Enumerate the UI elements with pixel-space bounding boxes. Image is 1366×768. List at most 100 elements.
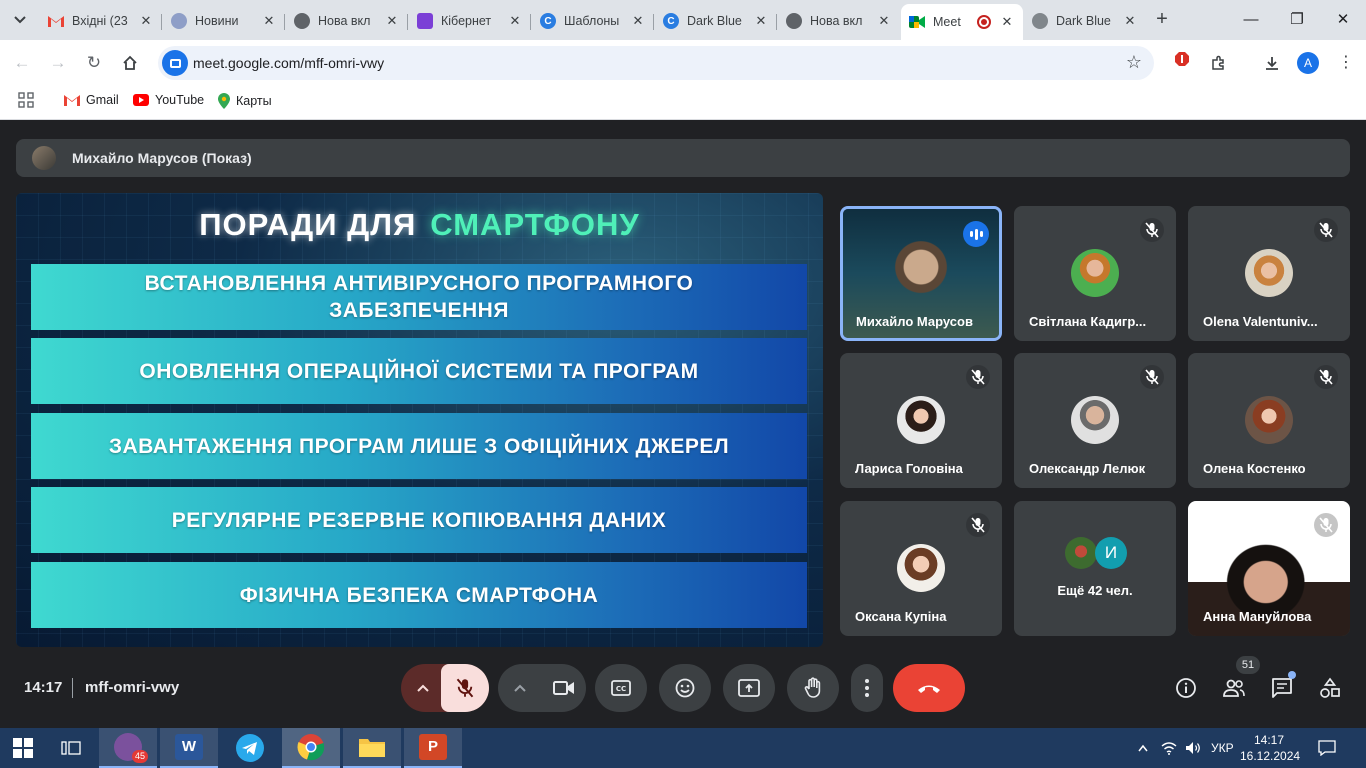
tab-course[interactable]: Кібернет ✕ bbox=[409, 6, 531, 36]
network-icon[interactable] bbox=[1161, 728, 1177, 768]
taskbar-powerpoint[interactable]: P bbox=[404, 728, 462, 768]
taskbar-viber[interactable]: 45 bbox=[99, 728, 157, 768]
speaking-indicator-icon bbox=[963, 221, 989, 247]
globe-icon bbox=[1032, 13, 1048, 29]
participant-tile-more[interactable]: И Ещё 42 чел. bbox=[1014, 501, 1176, 636]
tab-new-1[interactable]: Нова вкл ✕ bbox=[286, 6, 408, 36]
people-button[interactable] bbox=[1221, 675, 1247, 701]
chrome-icon bbox=[786, 13, 802, 29]
address-bar[interactable]: meet.google.com/mff-omri-vwy ☆ bbox=[158, 46, 1154, 80]
forward-button[interactable]: → bbox=[46, 51, 70, 75]
tab-new-2[interactable]: Нова вкл ✕ bbox=[778, 6, 900, 36]
volume-icon[interactable] bbox=[1185, 728, 1201, 768]
close-icon[interactable]: ✕ bbox=[999, 14, 1015, 30]
close-icon[interactable]: ✕ bbox=[507, 13, 523, 29]
presentation-slide[interactable]: ПОРАДИ ДЛЯ СМАРТФОНУ ВСТАНОВЛЕННЯ АНТИВІР… bbox=[16, 193, 823, 647]
participant-tile[interactable]: Оксана Купіна bbox=[840, 501, 1002, 636]
tab-dark-blue-1[interactable]: C Dark Blue ✕ bbox=[655, 6, 777, 36]
tab-dark-blue-2[interactable]: Dark Blue ✕ bbox=[1024, 6, 1146, 36]
leave-call-button[interactable] bbox=[893, 664, 965, 712]
participant-name: Світлана Кадигр... bbox=[1029, 314, 1147, 329]
activities-button[interactable] bbox=[1317, 675, 1343, 701]
menu-kebab-icon[interactable]: ⋮ bbox=[1334, 51, 1358, 75]
emoji-icon bbox=[675, 678, 695, 698]
reload-button[interactable]: ↻ bbox=[82, 51, 106, 75]
restore-button[interactable]: ❐ bbox=[1282, 8, 1312, 32]
notifications-icon[interactable] bbox=[1318, 728, 1336, 768]
participant-name: Оксана Купіна bbox=[855, 609, 947, 624]
close-window-button[interactable]: ✕ bbox=[1328, 8, 1358, 32]
taskbar-chrome[interactable] bbox=[282, 728, 340, 768]
show-hidden-icons[interactable] bbox=[1138, 728, 1148, 768]
meeting-details-button[interactable] bbox=[1173, 675, 1199, 701]
back-button[interactable]: ← bbox=[10, 51, 34, 75]
raise-hand-button[interactable] bbox=[787, 664, 839, 712]
windows-logo-icon bbox=[13, 738, 33, 758]
taskbar-word[interactable]: W bbox=[160, 728, 218, 768]
tab-title: Кібернет bbox=[441, 14, 492, 28]
participant-tile[interactable]: Михайло Марусов bbox=[840, 206, 1002, 341]
close-icon[interactable]: ✕ bbox=[753, 13, 769, 29]
taskbar-explorer[interactable] bbox=[343, 728, 401, 768]
participant-name: Лариса Головіна bbox=[855, 461, 963, 476]
close-icon[interactable]: ✕ bbox=[1122, 13, 1138, 29]
participant-tile[interactable]: Олена Костенко bbox=[1188, 353, 1350, 488]
site-info-icon[interactable] bbox=[162, 50, 188, 76]
hand-icon bbox=[804, 677, 821, 698]
tab-news[interactable]: Новини ✕ bbox=[163, 6, 285, 36]
viber-icon: 45 bbox=[114, 733, 148, 763]
tab-templates[interactable]: C Шаблоны ✕ bbox=[532, 6, 654, 36]
participant-tile[interactable]: Olena Valentuniv... bbox=[1188, 206, 1350, 341]
close-icon[interactable]: ✕ bbox=[876, 13, 892, 29]
tab-meet[interactable]: Meet ✕ bbox=[901, 4, 1023, 40]
tab-title: Dark Blue bbox=[1056, 14, 1111, 28]
close-icon[interactable]: ✕ bbox=[630, 13, 646, 29]
bookmark-youtube[interactable]: YouTube bbox=[133, 93, 204, 107]
viber-badge: 45 bbox=[131, 750, 148, 763]
camera-toggle-button[interactable] bbox=[542, 664, 586, 712]
audio-options-button[interactable] bbox=[401, 664, 445, 712]
bookmark-star-icon[interactable]: ☆ bbox=[1126, 52, 1142, 73]
close-icon[interactable]: ✕ bbox=[261, 13, 277, 29]
captions-button[interactable]: CC bbox=[595, 664, 647, 712]
youtube-icon bbox=[133, 94, 149, 106]
microphone-toggle-button[interactable] bbox=[441, 664, 489, 712]
task-view-button[interactable] bbox=[46, 728, 96, 768]
participant-tile[interactable]: Анна Мануйлова bbox=[1188, 501, 1350, 636]
more-options-button[interactable] bbox=[851, 664, 883, 712]
start-button[interactable] bbox=[0, 728, 46, 768]
reactions-button[interactable] bbox=[659, 664, 711, 712]
participant-avatar bbox=[1071, 396, 1119, 444]
slide-item: ОНОВЛЕННЯ ОПЕРАЦІЙНОЇ СИСТЕМИ ТА ПРОГРАМ bbox=[31, 338, 807, 404]
clock-time: 14:17 bbox=[1253, 733, 1285, 747]
more-vert-icon bbox=[865, 679, 869, 697]
bookmark-gmail[interactable]: Gmail bbox=[64, 93, 119, 107]
taskbar-telegram[interactable] bbox=[221, 728, 279, 768]
tab-search-button[interactable] bbox=[8, 9, 32, 31]
slide-title-part2: СМАРТФОНУ bbox=[430, 207, 640, 242]
video-options-button[interactable] bbox=[498, 664, 542, 712]
extension-adblock-icon[interactable] bbox=[1170, 51, 1194, 75]
apps-grid-icon[interactable] bbox=[18, 92, 34, 108]
download-icon[interactable] bbox=[1260, 51, 1284, 75]
present-screen-button[interactable] bbox=[723, 664, 775, 712]
participant-tile[interactable]: Олександр Лелюк bbox=[1014, 353, 1176, 488]
presenter-label: Михайло Марусов (Показ) bbox=[72, 150, 252, 166]
tab-gmail[interactable]: Вхідні (23 ✕ bbox=[40, 6, 162, 36]
bookmark-maps[interactable]: Карты bbox=[218, 93, 272, 109]
participant-name: Михайло Марусов bbox=[856, 314, 973, 329]
system-clock[interactable]: 14:17 16.12.2024 bbox=[1240, 732, 1300, 764]
participant-avatar bbox=[897, 396, 945, 444]
close-icon[interactable]: ✕ bbox=[384, 13, 400, 29]
participant-tile[interactable]: Лариса Головіна bbox=[840, 353, 1002, 488]
recording-icon bbox=[977, 15, 991, 29]
extensions-icon[interactable] bbox=[1206, 51, 1230, 75]
minimize-button[interactable]: — bbox=[1236, 8, 1266, 32]
close-icon[interactable]: ✕ bbox=[138, 13, 154, 29]
profile-avatar[interactable]: A bbox=[1297, 52, 1319, 74]
new-tab-button[interactable]: + bbox=[1150, 8, 1174, 32]
participant-tile[interactable]: Світлана Кадигр... bbox=[1014, 206, 1176, 341]
home-button[interactable] bbox=[118, 51, 142, 75]
slide-item: ЗАВАНТАЖЕННЯ ПРОГРАМ ЛИШЕ З ОФІЦІЙНИХ ДЖ… bbox=[31, 413, 807, 479]
input-language[interactable]: УКР bbox=[1211, 728, 1234, 768]
